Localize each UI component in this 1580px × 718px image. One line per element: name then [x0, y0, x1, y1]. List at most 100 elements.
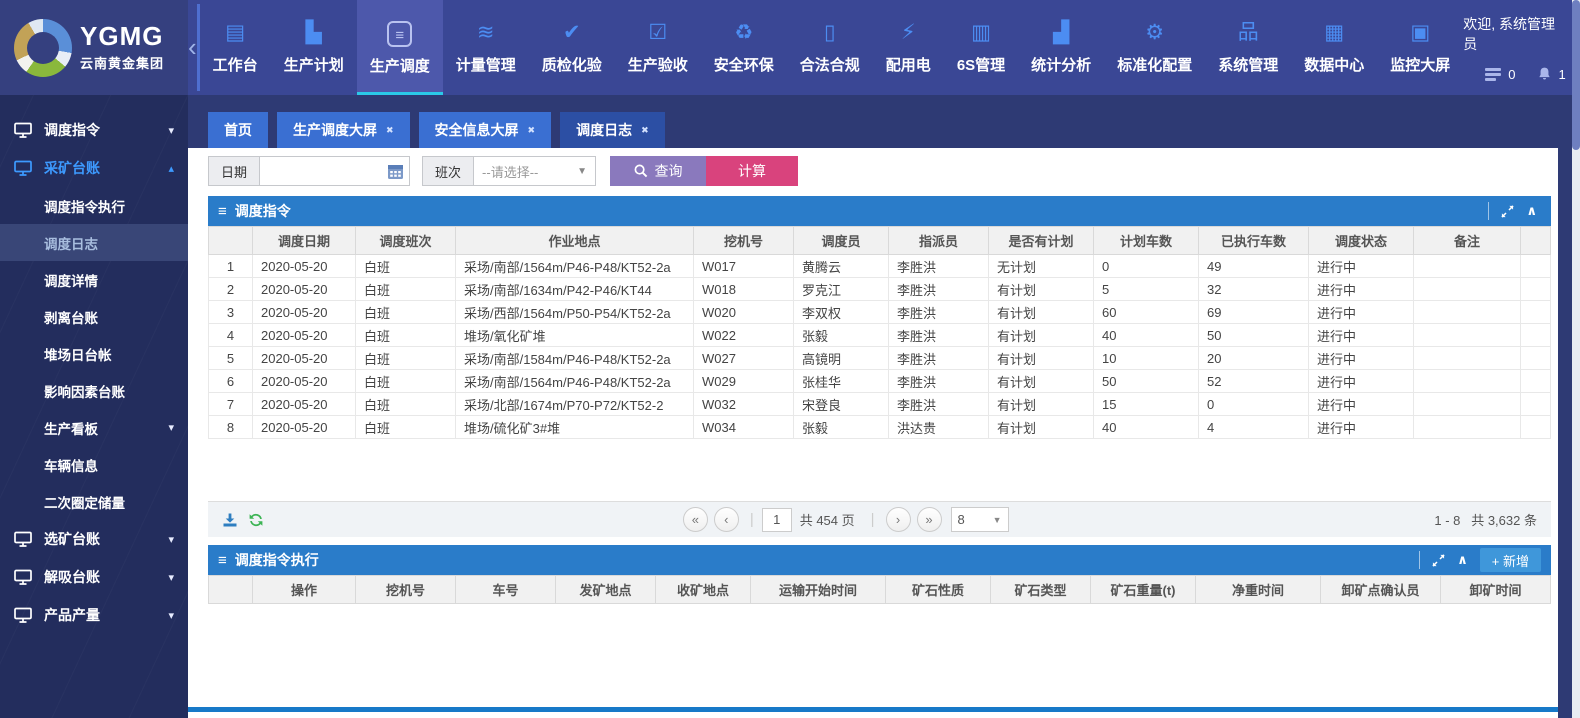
- nav-item-6s-management[interactable]: ▥6S管理: [944, 4, 1018, 91]
- close-icon[interactable]: ✖: [386, 125, 394, 136]
- nav-item-quality-inspection[interactable]: ✔质检化验: [529, 4, 615, 91]
- table-cell: 采场/西部/1564m/P50-P54/KT52-2a: [456, 301, 694, 324]
- table-cell: 15: [1094, 393, 1199, 416]
- sidebar-item-label: 车辆信息: [44, 455, 174, 475]
- nav-item-statistics[interactable]: ▟统计分析: [1018, 4, 1104, 91]
- nav-item-label: 工作台: [213, 54, 258, 75]
- column-header: 矿石性质: [886, 576, 991, 604]
- page-number-input[interactable]: [762, 508, 792, 532]
- table-cell: W017: [694, 255, 794, 278]
- date-input[interactable]: [260, 156, 410, 186]
- filter-bar: 日期 班次 --请选择-- ▼ 查询 计算: [208, 148, 1551, 190]
- nav-item-metering[interactable]: ≋计量管理: [443, 4, 529, 91]
- sidebar-item-label: 调度指令: [44, 120, 168, 140]
- sidebar-item-dispatch-order[interactable]: 调度指令▾: [0, 111, 188, 149]
- nav-item-legal-compliance[interactable]: ▯合法合规: [787, 4, 873, 91]
- nav-item-production-acceptance[interactable]: ☑ 生产验收: [615, 4, 701, 91]
- brand-logo-icon: [14, 19, 72, 77]
- sidebar-item-label: 影响因素台账: [44, 381, 174, 401]
- query-button[interactable]: 查询: [610, 156, 706, 186]
- table-row[interactable]: 82020-05-20白班堆场/硫化矿3#堆W034张毅洪达贵有计划404进行中: [209, 416, 1551, 439]
- sidebar-item-impact-factor-ledger[interactable]: 影响因素台账: [0, 372, 188, 409]
- nav-item-label: 生产验收: [628, 54, 688, 75]
- table-row[interactable]: 62020-05-20白班采场/南部/1564m/P46-P48/KT52-2a…: [209, 370, 1551, 393]
- sidebar-item-stockyard-daily-ledger[interactable]: 堆场日台帐: [0, 335, 188, 372]
- sidebar-item-secondary-delineated-reserves[interactable]: 二次圈定储量: [0, 483, 188, 520]
- nav-item-workbench[interactable]: ▤工作台: [200, 4, 271, 91]
- notification-badges: 010: [1463, 66, 1580, 82]
- nav-item-monitor-screen[interactable]: ▣监控大屏: [1377, 4, 1463, 91]
- last-page-button[interactable]: »: [917, 507, 942, 532]
- close-icon[interactable]: ✖: [641, 125, 649, 136]
- 6s-book-icon: ▥: [971, 20, 991, 46]
- tab-bar: 首页生产调度大屏✖安全信息大屏✖调度日志✖: [188, 95, 1558, 148]
- download-icon[interactable]: [222, 512, 238, 528]
- acceptance-check-icon: ☑: [648, 20, 667, 46]
- sidebar-item-label: 堆场日台帐: [44, 344, 174, 364]
- sidebar-menu: 调度指令▾采矿台账▴调度指令执行调度日志调度详情剥离台账堆场日台帐影响因素台账生…: [0, 95, 188, 634]
- sidebar-item-dispatch-log[interactable]: 调度日志: [0, 224, 188, 261]
- table-row[interactable]: 72020-05-20白班采场/北部/1674m/P70-P72/KT52-2W…: [209, 393, 1551, 416]
- expand-icon[interactable]: [1501, 205, 1514, 218]
- horizontal-scrollbar[interactable]: [188, 707, 1558, 712]
- sidebar-item-dispatch-detail[interactable]: 调度详情: [0, 261, 188, 298]
- page-size-select[interactable]: 8 ▼: [951, 507, 1009, 532]
- sidebar-item-label: 采矿台账: [44, 158, 168, 178]
- vertical-scrollbar-thumb[interactable]: [1572, 0, 1580, 150]
- table-cell: 李胜洪: [889, 393, 989, 416]
- vertical-scrollbar-track[interactable]: [1572, 0, 1580, 718]
- table-cell: 有计划: [989, 301, 1094, 324]
- add-button[interactable]: + 新增: [1480, 548, 1541, 572]
- column-header: [209, 576, 253, 604]
- sidebar-item-mining-ledger[interactable]: 采矿台账▴: [0, 149, 188, 187]
- nav-item-data-center[interactable]: ▦数据中心: [1291, 4, 1377, 91]
- table-row[interactable]: 12020-05-20白班采场/南部/1564m/P46-P48/KT52-2a…: [209, 255, 1551, 278]
- badge-tasks[interactable]: 0: [1485, 67, 1515, 82]
- table-row[interactable]: 52020-05-20白班采场/南部/1584m/P46-P48/KT52-2a…: [209, 347, 1551, 370]
- tab-home[interactable]: 首页: [208, 112, 268, 148]
- sidebar-collapse-icon[interactable]: ‹: [188, 0, 197, 95]
- calculate-button[interactable]: 计算: [706, 156, 798, 186]
- nav-item-power-distribution[interactable]: ⚡配用电: [873, 4, 944, 91]
- nav-item-label: 质检化验: [542, 54, 602, 75]
- shift-select[interactable]: --请选择-- ▼: [474, 156, 596, 186]
- refresh-icon[interactable]: [248, 512, 264, 528]
- nav-item-system-management[interactable]: 品系统管理: [1205, 4, 1291, 91]
- prev-page-button[interactable]: ‹: [714, 507, 739, 532]
- column-header: 卸矿时间: [1441, 576, 1551, 604]
- expand-icon[interactable]: [1432, 554, 1445, 567]
- nav-item-safety-environment[interactable]: ♻安全环保: [701, 4, 787, 91]
- monitor-icon: [14, 569, 34, 585]
- table-row[interactable]: 42020-05-20白班堆场/氧化矿堆W022张毅李胜洪有计划4050进行中: [209, 324, 1551, 347]
- sidebar-item-product-output[interactable]: 产品产量▾: [0, 596, 188, 634]
- badge-alerts[interactable]: 1: [1537, 66, 1565, 82]
- nav-item-production-dispatch[interactable]: ≡生产调度: [357, 0, 443, 95]
- collapse-panel-icon[interactable]: ∧: [1457, 552, 1468, 568]
- bell-icon: [1537, 66, 1552, 82]
- nav-item-standard-config[interactable]: ⚙标准化配置: [1104, 4, 1205, 91]
- first-page-button[interactable]: «: [683, 507, 708, 532]
- sidebar-item-dispatch-order-execution[interactable]: 调度指令执行: [0, 187, 188, 224]
- sidebar-item-beneficiation-ledger[interactable]: 选矿台账▾: [0, 520, 188, 558]
- table-row[interactable]: 32020-05-20白班采场/西部/1564m/P50-P54/KT52-2a…: [209, 301, 1551, 324]
- tab-dispatch-log[interactable]: 调度日志✖: [560, 112, 665, 148]
- tab-production-dispatch-screen[interactable]: 生产调度大屏✖: [277, 112, 410, 148]
- column-header: 矿石重量(t): [1091, 576, 1196, 604]
- column-header: 已执行车数: [1199, 227, 1309, 255]
- sidebar-item-desorption-ledger[interactable]: 解吸台账▾: [0, 558, 188, 596]
- sidebar-item-stripping-ledger[interactable]: 剥离台账: [0, 298, 188, 335]
- badge-count: 1: [1558, 67, 1565, 82]
- calendar-icon[interactable]: [387, 163, 404, 185]
- table-row[interactable]: 22020-05-20白班采场/南部/1634m/P42-P46/KT44W01…: [209, 278, 1551, 301]
- next-page-button[interactable]: ›: [886, 507, 911, 532]
- nav-item-production-plan[interactable]: ▙生产计划: [271, 4, 357, 91]
- close-icon[interactable]: ✖: [528, 125, 536, 136]
- sidebar-item-production-board[interactable]: 生产看板▾: [0, 409, 188, 446]
- sidebar-item-vehicle-info[interactable]: 车辆信息: [0, 446, 188, 483]
- chevron-up-icon: ▴: [168, 162, 174, 175]
- table-cell: 32: [1199, 278, 1309, 301]
- tab-safety-info-screen[interactable]: 安全信息大屏✖: [419, 112, 552, 148]
- collapse-panel-icon[interactable]: ∧: [1526, 203, 1537, 219]
- table-cell: 0: [1094, 255, 1199, 278]
- total-rows-label: 共 3,632 条: [1471, 513, 1537, 528]
